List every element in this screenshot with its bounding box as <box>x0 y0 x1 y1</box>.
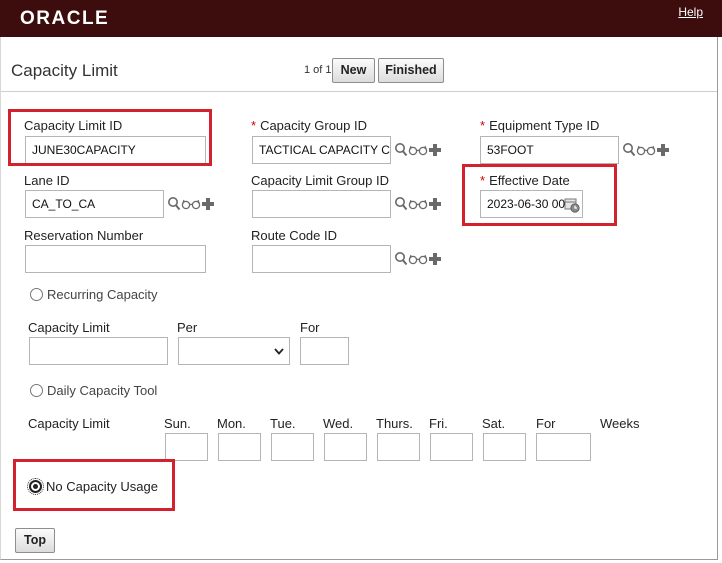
finished-button[interactable]: Finished <box>378 58 444 83</box>
day-label-wed: Wed. <box>323 416 354 431</box>
day-input-wed[interactable] <box>324 433 367 461</box>
day-input-sat[interactable] <box>483 433 526 461</box>
top-button[interactable]: Top <box>15 528 55 553</box>
daily-capacity-label: Daily Capacity Tool <box>47 383 158 398</box>
recurring-capacity-option[interactable]: Recurring Capacity <box>30 287 158 302</box>
highlight-capacity-limit-id <box>8 109 212 166</box>
pager-text: 1 of 1 <box>304 64 332 76</box>
recurring-capacity-limit-label: Capacity Limit <box>28 320 110 335</box>
add-plus-icon[interactable] <box>428 197 442 211</box>
lane-id-input[interactable]: CA_TO_CA <box>25 190 164 218</box>
day-label-tue: Tue. <box>270 416 296 431</box>
day-input-sun[interactable] <box>165 433 208 461</box>
equipment-type-id-input[interactable]: 53FOOT <box>480 136 619 164</box>
view-glasses-icon[interactable] <box>636 144 656 156</box>
view-glasses-icon[interactable] <box>408 144 428 156</box>
view-glasses-icon[interactable] <box>181 198 201 210</box>
recurring-capacity-limit-input[interactable] <box>29 337 168 365</box>
reservation-number-label: Reservation Number <box>24 228 144 243</box>
lane-id-label: Lane ID <box>24 173 70 188</box>
daily-weeks-label: Weeks <box>600 416 640 431</box>
day-input-fri[interactable] <box>430 433 473 461</box>
search-icon[interactable] <box>394 142 408 158</box>
daily-for-label: For <box>536 416 556 431</box>
route-code-id-input[interactable] <box>252 245 391 273</box>
day-label-sun: Sun. <box>164 416 191 431</box>
view-glasses-icon[interactable] <box>408 198 428 210</box>
add-plus-icon[interactable] <box>656 143 670 157</box>
recurring-per-label: Per <box>177 320 198 335</box>
route-code-id-label: Route Code ID <box>251 228 337 243</box>
lane-id-icons <box>167 194 215 214</box>
reservation-number-input[interactable] <box>25 245 206 273</box>
day-input-mon[interactable] <box>218 433 261 461</box>
equipment-type-id-icons <box>622 140 670 160</box>
add-plus-icon[interactable] <box>201 197 215 211</box>
help-link[interactable]: Help <box>678 5 703 19</box>
equipment-type-id-label: * Equipment Type ID <box>480 118 600 133</box>
daily-capacity-radio[interactable] <box>30 384 43 397</box>
daily-capacity-option[interactable]: Daily Capacity Tool <box>30 383 157 398</box>
search-icon[interactable] <box>394 196 408 212</box>
route-code-id-icons <box>394 249 442 269</box>
capacity-group-id-icons <box>394 140 442 160</box>
day-label-fri: Fri. <box>429 416 448 431</box>
day-label-thurs: Thurs. <box>376 416 413 431</box>
add-plus-icon[interactable] <box>428 143 442 157</box>
new-button[interactable]: New <box>332 58 375 83</box>
capacity-limit-group-id-icons <box>394 194 442 214</box>
capacity-limit-group-id-input[interactable] <box>252 190 391 218</box>
search-icon[interactable] <box>167 196 181 212</box>
recurring-for-input[interactable] <box>300 337 349 365</box>
recurring-per-select[interactable] <box>178 337 290 365</box>
day-input-thurs[interactable] <box>377 433 420 461</box>
recurring-for-label: For <box>300 320 320 335</box>
daily-capacity-limit-label: Capacity Limit <box>28 416 110 431</box>
oracle-logo: ORACLE <box>20 8 110 29</box>
capacity-limit-group-id-label: Capacity Limit Group ID <box>251 173 389 188</box>
chevron-down-icon <box>274 348 284 355</box>
recurring-capacity-label: Recurring Capacity <box>47 287 158 302</box>
page-title: Capacity Limit <box>11 61 118 80</box>
search-icon[interactable] <box>622 142 636 158</box>
daily-for-input[interactable] <box>536 433 591 461</box>
day-input-tue[interactable] <box>271 433 314 461</box>
title-divider <box>1 91 717 92</box>
highlight-no-capacity-usage <box>13 459 175 511</box>
app-header: ORACLE Help <box>0 0 722 37</box>
day-label-mon: Mon. <box>217 416 246 431</box>
view-glasses-icon[interactable] <box>408 253 428 265</box>
recurring-capacity-radio[interactable] <box>30 288 43 301</box>
day-label-sat: Sat. <box>482 416 506 431</box>
capacity-group-id-input[interactable]: TACTICAL CAPACITY C <box>252 136 391 164</box>
highlight-effective-date <box>462 164 617 226</box>
add-plus-icon[interactable] <box>428 252 442 266</box>
search-icon[interactable] <box>394 251 408 267</box>
capacity-group-id-label: * Capacity Group ID <box>251 118 367 133</box>
